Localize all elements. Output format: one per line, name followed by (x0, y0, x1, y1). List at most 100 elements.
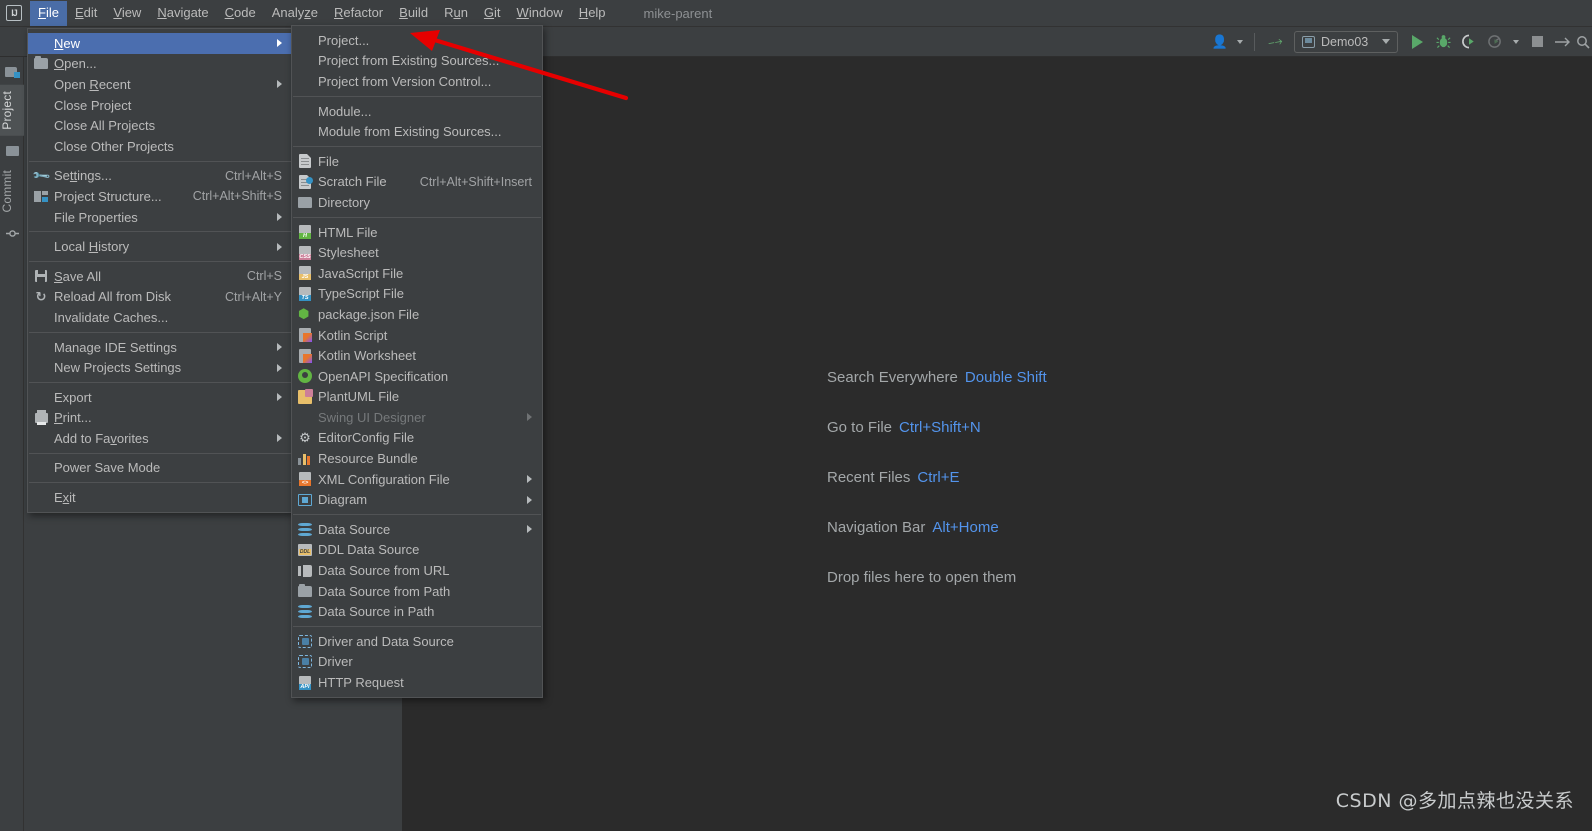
user-avatar-icon[interactable]: 👤 (1207, 30, 1233, 54)
menu-item-module[interactable]: Module... (292, 101, 542, 122)
menu-item-typescript-file[interactable]: TS TypeScript File (292, 284, 542, 305)
menu-item-editorconfig-file[interactable]: ⚙ EditorConfig File (292, 428, 542, 449)
menubar-item-build[interactable]: Build (391, 1, 436, 26)
left-tool-window-strip: Project Commit (0, 57, 24, 831)
menu-item-close-other-projects[interactable]: Close Other Projects (28, 136, 292, 157)
submenu-chevron-icon (277, 39, 282, 48)
editor-hint-label: Search Everywhere (827, 369, 958, 386)
search-icon[interactable] (1576, 30, 1590, 54)
menu-item-invalidate-caches[interactable]: Invalidate Caches... (28, 307, 292, 328)
menu-item-close-project[interactable]: Close Project (28, 95, 292, 116)
menu-item-label: Local History (54, 239, 130, 255)
menu-item-driver-and-data-source[interactable]: Driver and Data Source (292, 631, 542, 652)
menu-separator (293, 514, 541, 516)
debug-icon[interactable] (1430, 30, 1456, 54)
menu-item-directory[interactable]: Directory (292, 192, 542, 213)
menu-item-reload-all-from-disk[interactable]: ↻ Reload All from Disk Ctrl+Alt+Y (28, 287, 292, 308)
menu-separator (293, 216, 541, 218)
menu-item-local-history[interactable]: Local History (28, 236, 292, 257)
menu-item-plantuml-file[interactable]: PlantUML File (292, 387, 542, 408)
new-submenu-popup[interactable]: Project... Project from Existing Sources.… (291, 25, 543, 698)
gear-icon: ⚙ (299, 430, 311, 446)
menu-item-power-save-mode[interactable]: Power Save Mode (28, 458, 292, 479)
submenu-chevron-icon (277, 213, 282, 222)
menu-item-file-properties[interactable]: File Properties (28, 207, 292, 228)
run-configuration-selector[interactable]: Demo03 (1294, 30, 1398, 53)
menubar-item-code[interactable]: Code (217, 1, 264, 26)
menu-item-openapi-specification[interactable]: OpenAPI Specification (292, 366, 542, 387)
menubar-item-edit[interactable]: Edit (67, 1, 105, 26)
menu-item-project-structure[interactable]: Project Structure... Ctrl+Alt+Shift+S (28, 186, 292, 207)
file-menu-popup[interactable]: New Open... Open Recent Close Project Close … (27, 28, 293, 513)
menu-item-data-source[interactable]: Data Source (292, 519, 542, 540)
build-hammer-icon[interactable]: ⤍ (1262, 30, 1288, 54)
menu-item-add-to-favorites[interactable]: Add to Favorites (28, 428, 292, 449)
menubar-item-git[interactable]: Git (476, 1, 509, 26)
menu-item-label: Data Source in Path (318, 604, 435, 620)
editor-hint-shortcut: Alt+Home (932, 519, 999, 536)
user-avatar-caret-icon[interactable] (1233, 30, 1247, 54)
menubar-item-window[interactable]: Window (509, 1, 571, 26)
editor-empty-area: Search Everywhere Double Shift Go to File C… (403, 57, 1592, 831)
menu-item-http-request[interactable]: API HTTP Request (292, 672, 542, 693)
menubar-item-navigate[interactable]: Navigate (149, 1, 216, 26)
menu-item-settings[interactable]: 🔧 Settings... Ctrl+Alt+S (28, 166, 292, 187)
menu-item-print[interactable]: Print... (28, 408, 292, 429)
watermark-text: CSDN @多加点辣也没关系 (1335, 790, 1574, 812)
menu-item-new-projects-settings[interactable]: New Projects Settings (28, 357, 292, 378)
menubar-item-view[interactable]: View (105, 1, 149, 26)
run-with-coverage-icon[interactable] (1456, 30, 1482, 54)
menu-item-kotlin-worksheet[interactable]: Kotlin Worksheet (292, 345, 542, 366)
menu-item-label: Manage IDE Settings (54, 339, 177, 355)
menu-item-stylesheet[interactable]: CSS Stylesheet (292, 242, 542, 263)
menu-item-close-all-projects[interactable]: Close All Projects (28, 115, 292, 136)
menu-item-resource-bundle[interactable]: Resource Bundle (292, 448, 542, 469)
profile-caret-icon[interactable] (1508, 30, 1524, 54)
menu-item-data-source-from-path[interactable]: Data Source from Path (292, 581, 542, 602)
menu-item-save-all[interactable]: Save All Ctrl+S (28, 266, 292, 287)
menu-item-diagram[interactable]: Diagram (292, 489, 542, 510)
menu-item-new[interactable]: New (28, 33, 292, 54)
menu-item-xml-configuration-file[interactable]: <> XML Configuration File (292, 469, 542, 490)
menu-item-html-file[interactable]: H HTML File (292, 222, 542, 243)
menu-separator (29, 331, 291, 333)
menu-item-file[interactable]: File (292, 151, 542, 172)
menu-item-driver[interactable]: Driver (292, 652, 542, 673)
menu-item-data-source-from-url[interactable]: Data Source from URL (292, 560, 542, 581)
menu-item-project-from-existing-sources[interactable]: Project from Existing Sources... (292, 51, 542, 72)
menubar-item-help[interactable]: Help (571, 1, 614, 26)
menu-item-javascript-file[interactable]: JS JavaScript File (292, 263, 542, 284)
menu-item-data-source-in-path[interactable]: Data Source in Path (292, 601, 542, 622)
project-window-icon[interactable] (0, 59, 24, 85)
menu-item-ddl-data-source[interactable]: DDL DDL Data Source (292, 540, 542, 561)
menu-item-scratch-file[interactable]: Scratch File Ctrl+Alt+Shift+Insert (292, 172, 542, 193)
next-arrow-icon[interactable] (1550, 30, 1576, 54)
submenu-chevron-icon (277, 393, 282, 402)
menu-item-manage-ide-settings[interactable]: Manage IDE Settings (28, 337, 292, 358)
menubar-item-run[interactable]: Run (436, 1, 476, 26)
ide-window: IJ File Edit View Navigate Code Analyze Refact… (0, 0, 1592, 831)
menubar-item-file[interactable]: File (30, 0, 67, 26)
run-icon[interactable] (1404, 30, 1430, 54)
menu-item-project[interactable]: Project... (292, 30, 542, 51)
profile-icon[interactable] (1482, 30, 1508, 54)
menu-item-module-from-existing-sources[interactable]: Module from Existing Sources... (292, 121, 542, 142)
menu-item-label: Diagram (318, 492, 368, 508)
editor-hint-shortcut: Double Shift (964, 369, 1047, 386)
database-icon (297, 521, 313, 537)
menu-item-export[interactable]: Export (28, 387, 292, 408)
sidebar-item-project[interactable]: Project (0, 85, 24, 136)
menu-separator (29, 381, 291, 383)
sidebar-item-commit[interactable]: Commit (0, 164, 24, 219)
menu-item-exit[interactable]: Exit (28, 487, 292, 508)
menu-item-project-from-version-control[interactable]: Project from Version Control... (292, 71, 542, 92)
menu-item-open-recent[interactable]: Open Recent (28, 74, 292, 95)
menubar-item-analyze[interactable]: Analyze (264, 1, 326, 26)
menu-item-package-json-file[interactable]: ⬢ package.json File (292, 304, 542, 325)
stop-icon[interactable] (1524, 30, 1550, 54)
folder-icon (0, 138, 24, 164)
menu-item-label: Scratch File (318, 174, 387, 190)
menu-item-kotlin-script[interactable]: Kotlin Script (292, 325, 542, 346)
menu-item-open[interactable]: Open... (28, 54, 292, 75)
menubar-item-refactor[interactable]: Refactor (326, 1, 391, 26)
